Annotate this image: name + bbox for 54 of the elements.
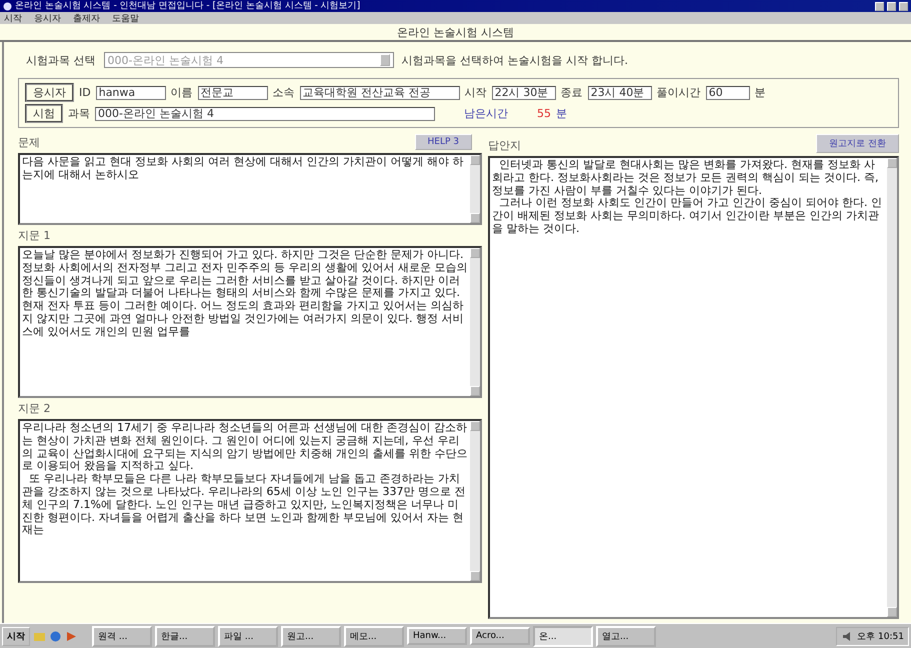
- remaining-time-value: 55: [537, 107, 551, 120]
- field-label: 과목: [68, 106, 90, 121]
- subject-label: 시험과목 선택: [26, 52, 96, 68]
- menu-item[interactable]: 도움말: [112, 12, 139, 24]
- affiliation-field[interactable]: 교육대학원 전산교육 전공: [300, 86, 460, 100]
- unit-label: 분: [556, 106, 567, 121]
- unit-label: 분: [754, 85, 766, 100]
- instruction-text: 시험과목을 선택하여 논술시험을 시작 합니다.: [402, 52, 628, 68]
- field-label: 소속: [272, 85, 295, 100]
- question-label: 문제: [18, 135, 40, 150]
- arrow-icon[interactable]: [65, 630, 78, 642]
- start-button[interactable]: 시작: [2, 626, 30, 646]
- scrollbar[interactable]: [470, 248, 480, 396]
- scrollbar[interactable]: [470, 421, 480, 581]
- taskbar-button[interactable]: 원격 ...: [92, 626, 152, 646]
- field-label: 풀이시간: [656, 85, 701, 100]
- taskbar-button[interactable]: Hanw...: [407, 627, 467, 645]
- scrollbar[interactable]: [470, 155, 480, 223]
- convert-button[interactable]: 원고지로 전환: [816, 134, 899, 153]
- subject-field[interactable]: 000-온라인 논술시험 4: [95, 106, 435, 120]
- passage-label: 지문 2: [18, 401, 50, 416]
- taskbar-button[interactable]: Acro...: [470, 627, 530, 645]
- taskbar-button[interactable]: 열고...: [596, 626, 656, 646]
- taskbar-button[interactable]: 원고...: [281, 626, 341, 646]
- close-button[interactable]: [899, 2, 908, 10]
- taskbar-button[interactable]: 한글...: [155, 626, 215, 646]
- end-time-field[interactable]: 23시 40분: [588, 86, 652, 100]
- app-icon: [3, 2, 12, 10]
- taskbar-button[interactable]: 메모...: [344, 626, 404, 646]
- examinee-badge: 응시자: [25, 83, 74, 102]
- id-field[interactable]: hanwa: [96, 86, 166, 100]
- start-time-field[interactable]: 22시 30분: [492, 86, 556, 100]
- help-button[interactable]: HELP 3: [414, 134, 472, 150]
- answer-label: 답안지: [488, 138, 521, 153]
- window-title: 온라인 논술시험 시스템 - 인천대남 면접입니다 - [온라인 논술시험 시스템 - 시험보기]: [15, 0, 362, 12]
- menu-item[interactable]: 응시자: [34, 12, 61, 24]
- field-label: ID: [79, 86, 91, 99]
- name-field[interactable]: 전문교: [198, 86, 268, 100]
- page-title: 온라인 논술시험 시스템: [397, 24, 514, 40]
- field-label: 종료: [560, 85, 583, 100]
- exam-badge: 시험: [25, 104, 63, 123]
- menu-item[interactable]: 시작: [4, 12, 22, 24]
- taskbar-button[interactable]: 파일 ...: [218, 626, 278, 646]
- remaining-time-label: 남은시간: [464, 106, 508, 121]
- maximize-button[interactable]: [887, 2, 896, 10]
- duration-field[interactable]: 60: [706, 86, 750, 100]
- passage-label: 지문 1: [18, 228, 50, 243]
- field-label: 시작: [464, 85, 487, 100]
- minimize-button[interactable]: [875, 2, 884, 10]
- field-label: 이름: [170, 85, 193, 100]
- menu-item[interactable]: 출제자: [73, 12, 100, 24]
- clock: 오후 10:51: [857, 630, 904, 642]
- taskbar-button[interactable]: 온...: [533, 626, 593, 646]
- globe-icon[interactable]: [49, 630, 62, 642]
